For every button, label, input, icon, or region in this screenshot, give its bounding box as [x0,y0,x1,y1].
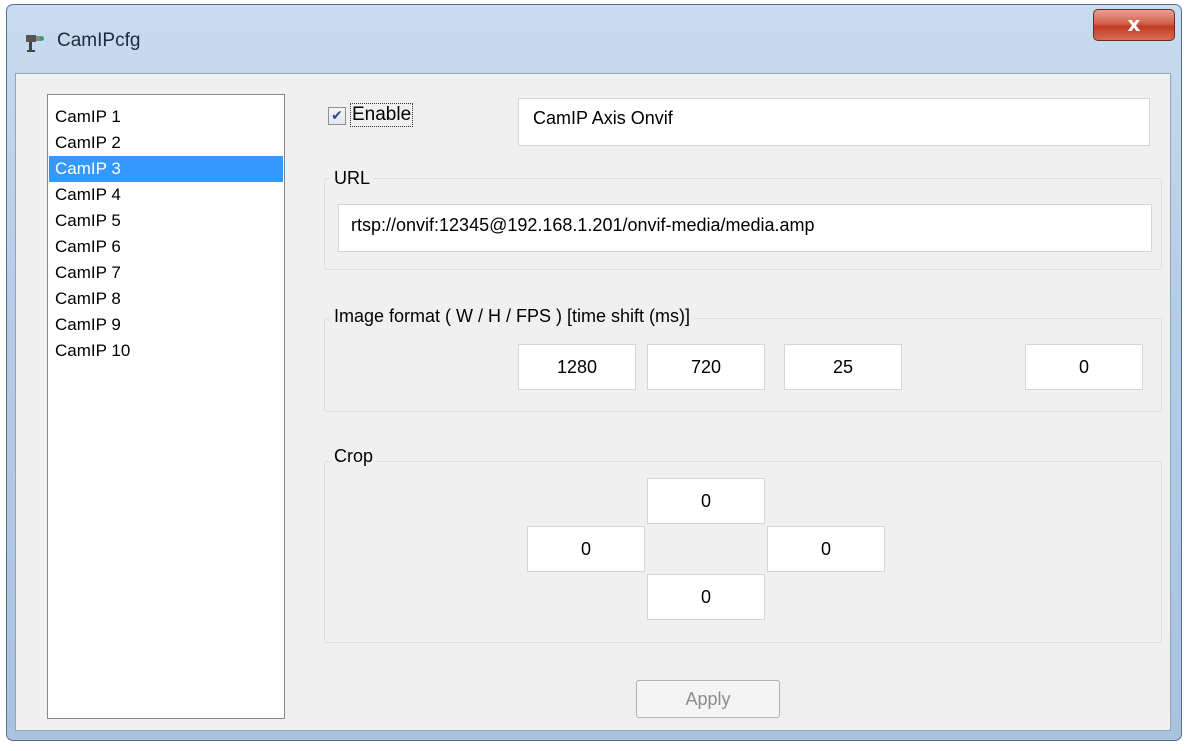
list-item[interactable]: CamIP 3 [49,156,283,182]
list-item[interactable]: CamIP 7 [49,260,283,286]
enable-checkbox[interactable]: ✔ [328,107,346,125]
fps-input[interactable]: 25 [784,344,902,390]
list-item[interactable]: CamIP 2 [49,130,283,156]
image-format-group-label: Image format ( W / H / FPS ) [time shift… [330,306,695,327]
title-bar[interactable]: CamIPcfg x [7,5,1181,75]
list-item[interactable]: CamIP 5 [49,208,283,234]
crop-right-input[interactable]: 0 [767,526,885,572]
list-item[interactable]: CamIP 6 [49,234,283,260]
list-item[interactable]: CamIP 4 [49,182,283,208]
close-button[interactable]: x [1093,9,1175,41]
dialog-client-area: CamIP 1 CamIP 2 CamIP 3 CamIP 4 CamIP 5 CamIP… [15,73,1171,731]
camera-icon [26,35,44,52]
crop-left-input[interactable]: 0 [527,526,645,572]
url-group-label: URL [330,168,375,189]
list-item[interactable]: CamIP 8 [49,286,283,312]
window-title: CamIPcfg [57,30,141,51]
crop-bottom-input[interactable]: 0 [647,574,765,620]
dialog-window: CamIPcfg x CamIP 1 CamIP 2 CamIP 3 CamIP 4C… [6,4,1182,741]
time-shift-input[interactable]: 0 [1025,344,1143,390]
camera-list[interactable]: CamIP 1 CamIP 2 CamIP 3 CamIP 4 CamIP 5 CamIP… [47,94,285,719]
crop-top-input[interactable]: 0 [647,478,765,524]
height-input[interactable]: 720 [647,344,765,390]
crop-group-label: Crop [330,446,378,467]
width-input[interactable]: 1280 [518,344,636,390]
url-input[interactable]: rtsp://onvif:12345@192.168.1.201/onvif-m… [338,204,1152,252]
list-item[interactable]: CamIP 1 [49,104,283,130]
list-item[interactable]: CamIP 9 [49,312,283,338]
list-item[interactable]: CamIP 10 [49,338,283,364]
apply-button[interactable]: Apply [636,680,780,718]
close-icon: x [1127,12,1141,36]
camera-name-input[interactable]: CamIP Axis Onvif [518,98,1150,146]
enable-label[interactable]: Enable [349,103,414,127]
